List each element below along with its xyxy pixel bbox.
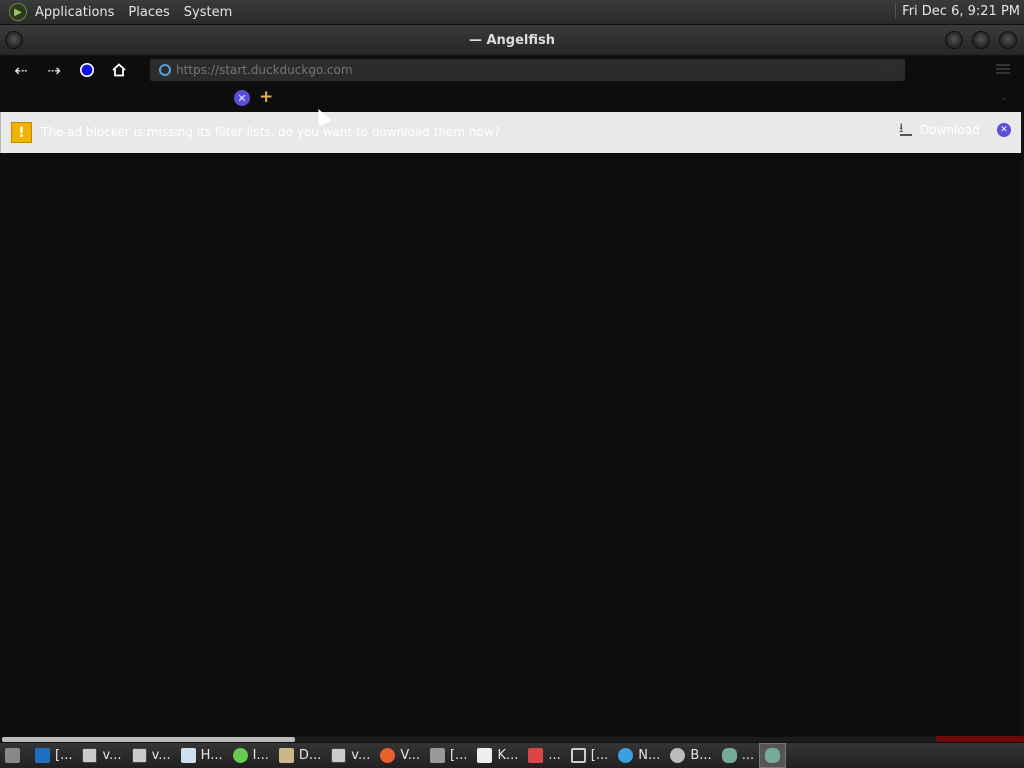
taskbar-item-label: D... <box>298 748 322 763</box>
terminal-icon <box>82 748 98 763</box>
horizontal-scrollbar[interactable] <box>2 737 1021 742</box>
taskbar-item-label: v... <box>351 748 371 763</box>
folder-icon <box>278 748 294 763</box>
clock[interactable]: Fri Dec 6, 9:21 PM <box>895 4 1020 19</box>
desktop-icon <box>5 748 20 763</box>
minimize-button[interactable] <box>945 31 963 49</box>
taskbar-item-label: [... <box>590 748 609 763</box>
warning-icon: ! <box>11 122 32 143</box>
page-content[interactable] <box>0 153 1021 735</box>
home-shape-icon <box>112 63 126 77</box>
angelfish-icon <box>765 748 781 763</box>
app-icon <box>528 748 544 763</box>
taskbar-item-label: [... <box>449 748 468 763</box>
terminal-icon <box>131 748 147 763</box>
briefcase-icon <box>429 748 445 763</box>
new-tab-icon[interactable]: + <box>259 87 273 107</box>
taskbar-item-label: v... <box>102 748 122 763</box>
bottom-taskbar: [... v... v... H... I... D... v... V... … <box>0 743 1024 768</box>
scroll-indicator <box>936 736 1024 742</box>
taskbar-item-label: B... <box>690 748 712 763</box>
taskbar-item-label: H... <box>200 748 223 763</box>
taskbar-item-active[interactable] <box>759 743 787 768</box>
site-info-icon[interactable] <box>159 64 171 76</box>
taskbar-item[interactable]: v... <box>326 743 375 768</box>
url-bar[interactable]: ☆ <box>150 59 905 81</box>
taskbar-item[interactable]: [... <box>566 743 613 768</box>
taskbar-item[interactable]: v... <box>127 743 176 768</box>
download-button[interactable]: Download <box>899 119 980 141</box>
menu-places[interactable]: Places <box>128 5 169 20</box>
browser-toolbar: ⇠ ⇢ ☆ <box>0 56 1024 84</box>
taskbar-item[interactable]: N... <box>613 743 665 768</box>
taskbar-item[interactable]: H... <box>176 743 228 768</box>
taskbar-item[interactable]: [... <box>425 743 472 768</box>
screenshot-icon <box>570 748 586 763</box>
infobar-message: The ad blocker is missing its filter lis… <box>41 125 501 139</box>
taskbar-item[interactable]: [... <box>30 743 77 768</box>
home-folder-icon <box>477 748 493 763</box>
firefox-icon <box>380 748 396 763</box>
menu-applications[interactable]: Applications <box>35 5 114 20</box>
taskbar-item-label: I... <box>252 748 269 763</box>
distro-logo-icon[interactable]: ▶ <box>9 3 27 21</box>
taskbar-item-label: V... <box>400 748 420 763</box>
taskbar-item[interactable]: D... <box>274 743 326 768</box>
reload-icon[interactable] <box>77 60 97 80</box>
home-icon[interactable] <box>109 60 129 80</box>
taskbar-item[interactable]: ... <box>523 743 565 768</box>
taskbar-item[interactable]: B... <box>665 743 716 768</box>
app-icon <box>232 748 248 763</box>
adblock-infobar: ! The ad blocker is missing its filter l… <box>0 112 1021 153</box>
download-label: Download <box>920 123 980 137</box>
taskbar-item-label: ... <box>548 748 561 763</box>
forward-icon[interactable]: ⇢ <box>44 60 64 80</box>
taskbar-item-label: K... <box>497 748 519 763</box>
window-icon <box>180 748 196 763</box>
close-tab-icon[interactable]: ✕ <box>234 90 250 106</box>
reload-circle-icon <box>80 63 94 77</box>
globe-icon <box>618 748 634 763</box>
menu-system[interactable]: System <box>184 5 232 20</box>
close-window-button[interactable] <box>999 31 1017 49</box>
taskbar-item[interactable]: V... <box>375 743 425 768</box>
url-input[interactable] <box>176 63 866 77</box>
vscode-icon <box>35 748 50 763</box>
close-infobar-icon[interactable]: ✕ <box>997 123 1011 137</box>
gear-icon <box>670 748 686 763</box>
maximize-button[interactable] <box>972 31 990 49</box>
back-icon[interactable]: ⇠ <box>11 60 31 80</box>
taskbar-item-label: [... <box>55 748 73 763</box>
taskbar-item-label: N... <box>638 748 661 763</box>
scrollbar-thumb[interactable] <box>2 737 295 742</box>
taskbar-item[interactable]: ... <box>717 743 759 768</box>
taskbar-item[interactable]: I... <box>228 743 274 768</box>
tab-list-chevron-icon[interactable]: ⌄ <box>1000 92 1008 103</box>
bookmark-star-icon[interactable]: ☆ <box>883 62 895 77</box>
top-panel: ▶ Applications Places System Fri Dec 6, … <box>0 0 1024 24</box>
window-titlebar[interactable]: — Angelfish <box>0 25 1024 56</box>
angelfish-icon <box>721 748 737 763</box>
taskbar-item-label: ... <box>741 748 755 763</box>
hamburger-menu-icon[interactable] <box>996 64 1010 74</box>
terminal-icon <box>331 748 347 763</box>
tab-strip: ✕ + ⌄ <box>0 84 1024 112</box>
taskbar-item[interactable]: v... <box>77 743 126 768</box>
show-desktop-button[interactable] <box>0 743 30 768</box>
taskbar-item[interactable]: K... <box>472 743 523 768</box>
download-icon <box>899 119 912 141</box>
taskbar-item-label: v... <box>151 748 171 763</box>
window-title: — Angelfish <box>468 33 556 48</box>
